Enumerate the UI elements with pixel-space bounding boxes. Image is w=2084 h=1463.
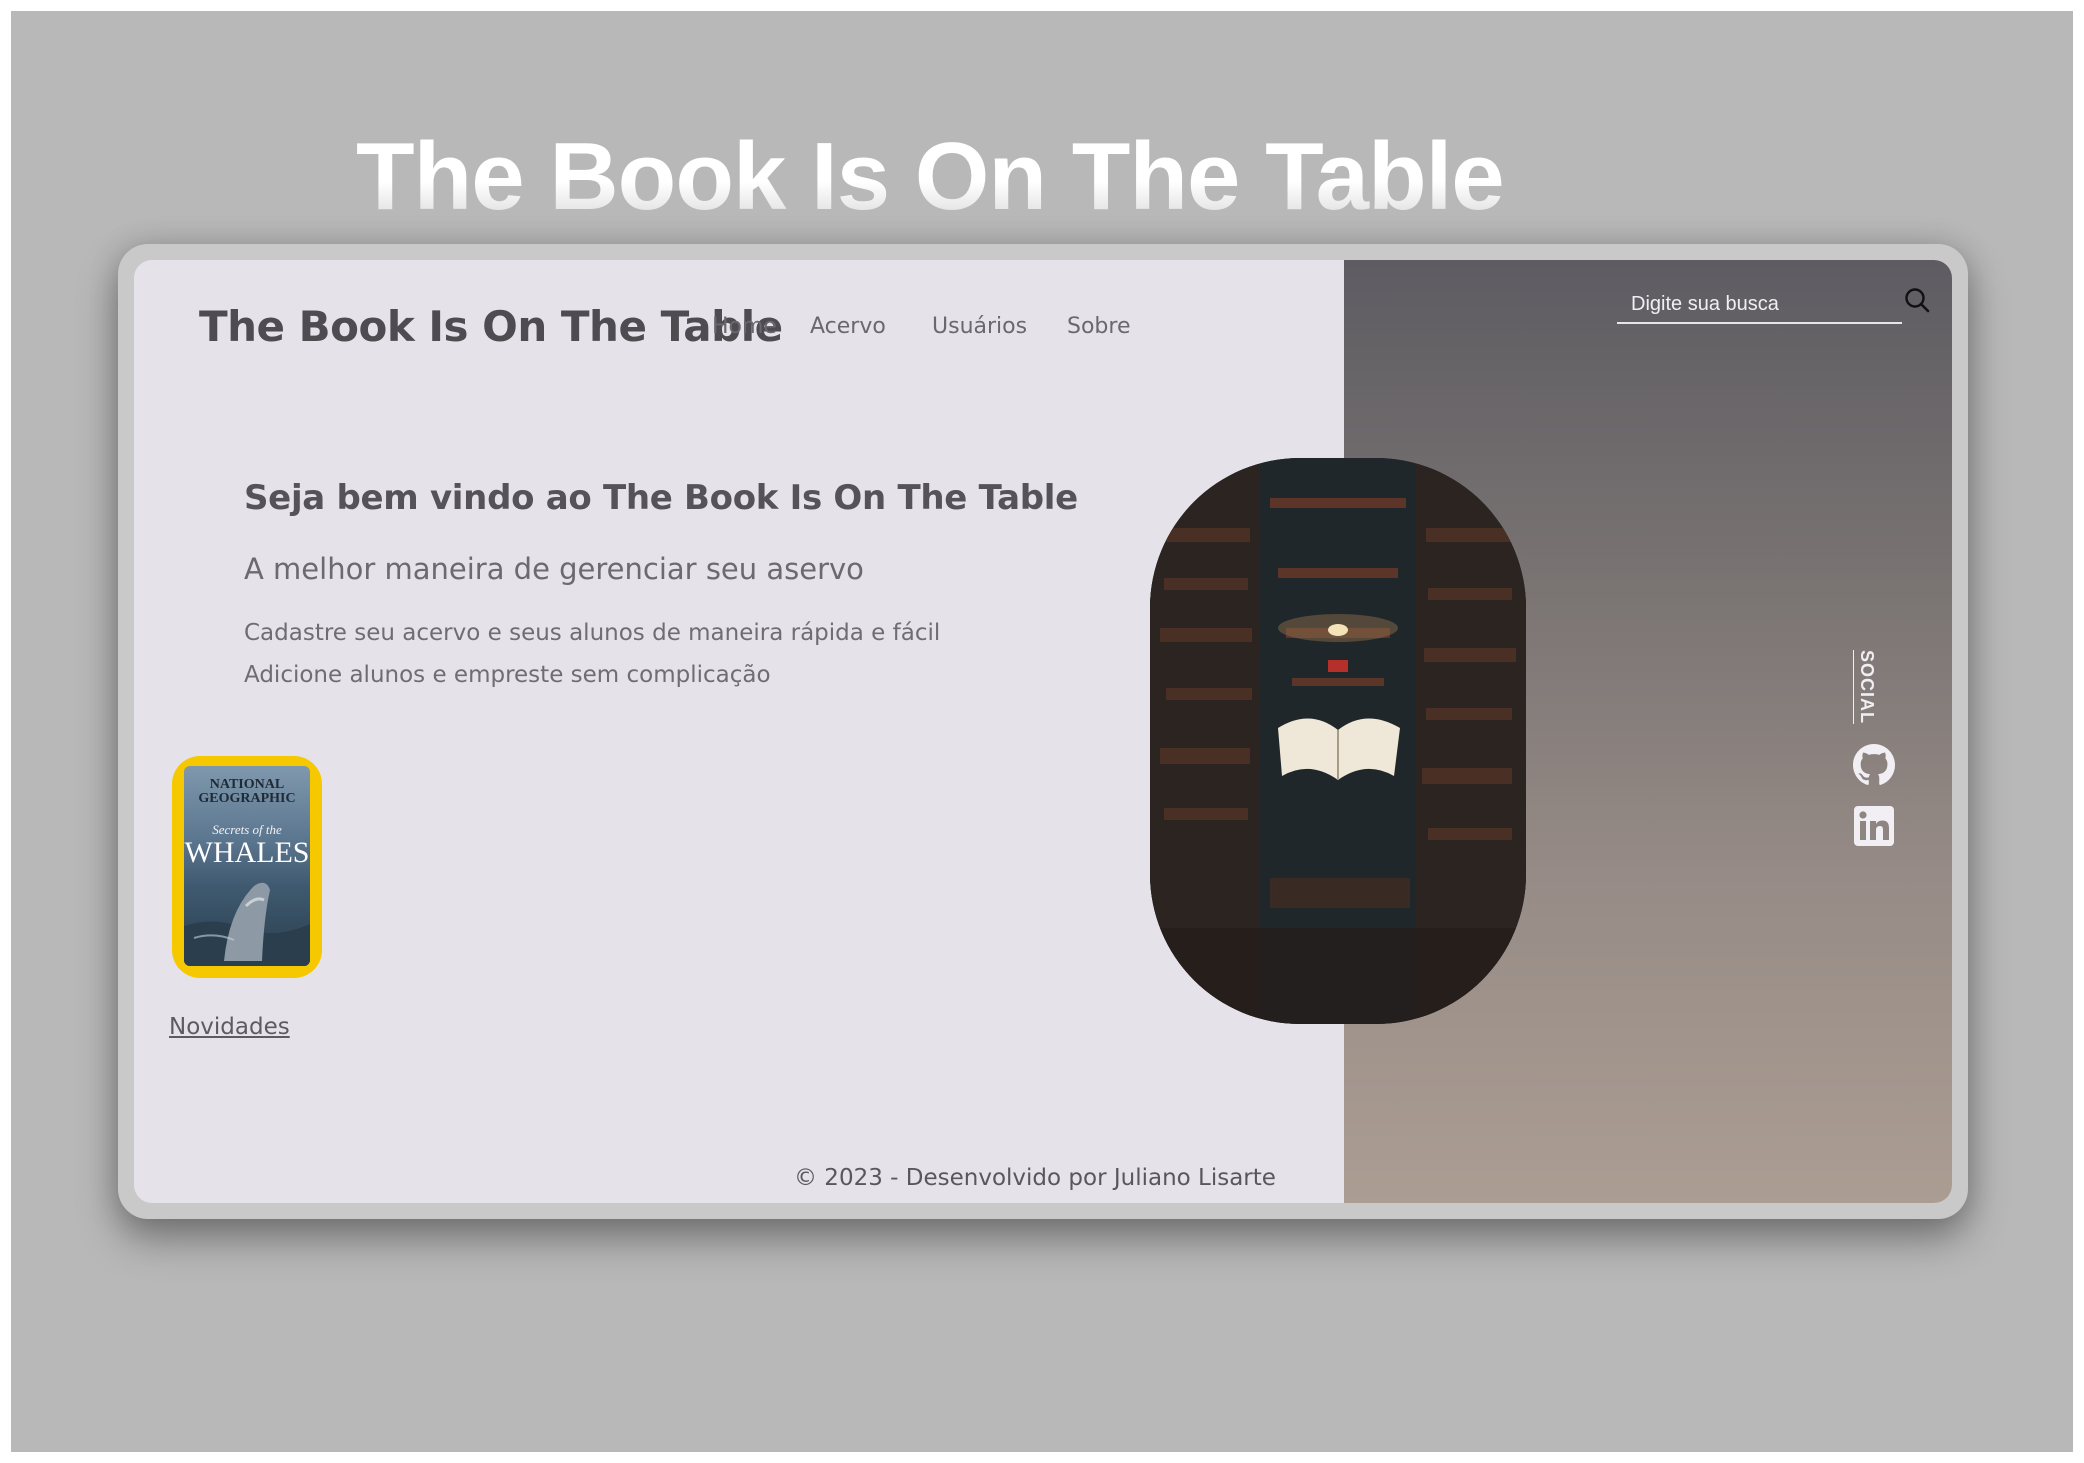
news-link[interactable]: Novidades	[169, 1014, 290, 1040]
search-input[interactable]	[1617, 288, 1895, 320]
library-illustration	[1150, 458, 1526, 1024]
brand-title[interactable]: The Book Is On The Table	[199, 302, 783, 351]
whale-illustration	[184, 882, 310, 966]
footer-credits: © 2023 - Desenvolvido por Juliano Lisart…	[794, 1165, 1276, 1191]
search-icon[interactable]	[1902, 286, 1932, 316]
device-frame: The Book Is On The Table Home Acervo Usu…	[118, 244, 1968, 1219]
nav-item-sobre[interactable]: Sobre	[1067, 314, 1131, 339]
featured-magazine-cover[interactable]: NATIONAL GEOGRAPHIC Secrets of the WHALE…	[172, 756, 322, 978]
nav-item-usuarios[interactable]: Usuários	[932, 314, 1027, 339]
description-line: Cadastre seu acervo e seus alunos de man…	[244, 620, 941, 646]
nav-item-acervo[interactable]: Acervo	[810, 314, 886, 339]
library-photo	[1150, 458, 1526, 1024]
linkedin-icon[interactable]	[1854, 806, 1894, 846]
hero-title: The Book Is On The Table	[356, 123, 1505, 230]
nav-item-home[interactable]: Home	[712, 314, 777, 339]
github-icon[interactable]	[1853, 744, 1895, 786]
search-bar	[1617, 288, 1902, 324]
page-background: The Book Is On The Table The Book Is On …	[11, 11, 2073, 1452]
cover-image: NATIONAL GEOGRAPHIC Secrets of the WHALE…	[184, 766, 310, 966]
welcome-heading: Seja bem vindo ao The Book Is On The Tab…	[244, 478, 1078, 518]
cover-headline: WHALES	[184, 836, 310, 869]
app-screen: The Book Is On The Table Home Acervo Usu…	[134, 260, 1952, 1203]
magazine-title: NATIONAL GEOGRAPHIC	[198, 777, 296, 806]
social-label: SOCIAL	[1853, 650, 1877, 725]
tagline: A melhor maneira de gerenciar seu aservo	[244, 552, 864, 586]
description-line: Adicione alunos e empreste sem complicaç…	[244, 662, 771, 688]
